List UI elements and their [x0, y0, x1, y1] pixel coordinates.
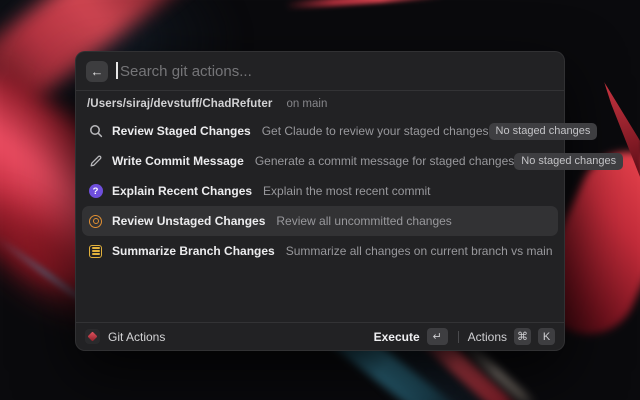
status-badge: No staged changes	[488, 122, 598, 140]
magnifier-icon	[88, 124, 103, 139]
return-key-icon: ↵	[426, 328, 448, 345]
action-title: Write Commit Message	[112, 154, 244, 168]
k-key-icon: K	[538, 328, 555, 345]
list-item-review-staged[interactable]: Review Staged Changes Get Claude to revi…	[82, 116, 598, 146]
list-item-review-unstaged[interactable]: Review Unstaged Changes Review all uncom…	[82, 206, 558, 236]
action-subtitle: Summarize all changes on current branch …	[285, 244, 553, 258]
empty-space	[76, 268, 564, 322]
action-subtitle: Generate a commit message for staged cha…	[254, 154, 515, 168]
actions-menu-button[interactable]: Actions	[468, 330, 507, 344]
list-item-write-commit[interactable]: Write Commit Message Generate a commit m…	[82, 146, 624, 176]
git-actions-app-icon	[85, 329, 100, 344]
action-subtitle: Get Claude to review your staged changes	[261, 124, 489, 138]
action-title: Review Staged Changes	[112, 124, 251, 138]
search-bar: ←	[76, 52, 564, 90]
wallpaper-red-sliver-top	[284, 0, 446, 10]
app-name: Git Actions	[108, 329, 166, 344]
footer-bar: Git Actions Execute ↵ Actions ⌘ K	[76, 322, 564, 350]
list-icon	[88, 244, 103, 259]
repo-branch: on main	[286, 98, 328, 110]
repo-path: /Users/siraj/devstuff/ChadRefuter	[87, 98, 273, 110]
action-title: Explain Recent Changes	[112, 184, 253, 198]
status-badge: No staged changes	[514, 152, 624, 170]
search-field-wrap	[116, 60, 554, 82]
action-title: Review Unstaged Changes	[112, 214, 266, 228]
pencil-icon	[88, 154, 103, 169]
command-key-icon: ⌘	[514, 328, 531, 345]
text-caret	[116, 62, 118, 79]
action-list: Review Staged Changes Get Claude to revi…	[76, 114, 624, 268]
list-item-summarize-branch[interactable]: Summarize Branch Changes Summarize all c…	[82, 236, 558, 266]
repo-context-row: /Users/siraj/devstuff/ChadRefuter on mai…	[76, 91, 564, 114]
question-circle-icon: ?	[88, 184, 103, 199]
footer-actions: Execute ↵ Actions ⌘ K	[374, 328, 555, 345]
target-icon	[88, 214, 103, 229]
back-button[interactable]: ←	[86, 60, 108, 82]
list-item-explain-recent[interactable]: ? Explain Recent Changes Explain the mos…	[82, 176, 558, 206]
action-subtitle: Explain the most recent commit	[263, 184, 431, 198]
command-palette-window: ← /Users/siraj/devstuff/ChadRefuter on m…	[75, 51, 624, 351]
execute-button[interactable]: Execute	[374, 330, 420, 344]
action-subtitle: Review all uncommitted changes	[276, 214, 452, 228]
search-input[interactable]	[116, 62, 554, 80]
action-title: Summarize Branch Changes	[112, 244, 275, 258]
footer-divider	[457, 330, 459, 343]
back-arrow-icon: ←	[90, 63, 104, 79]
